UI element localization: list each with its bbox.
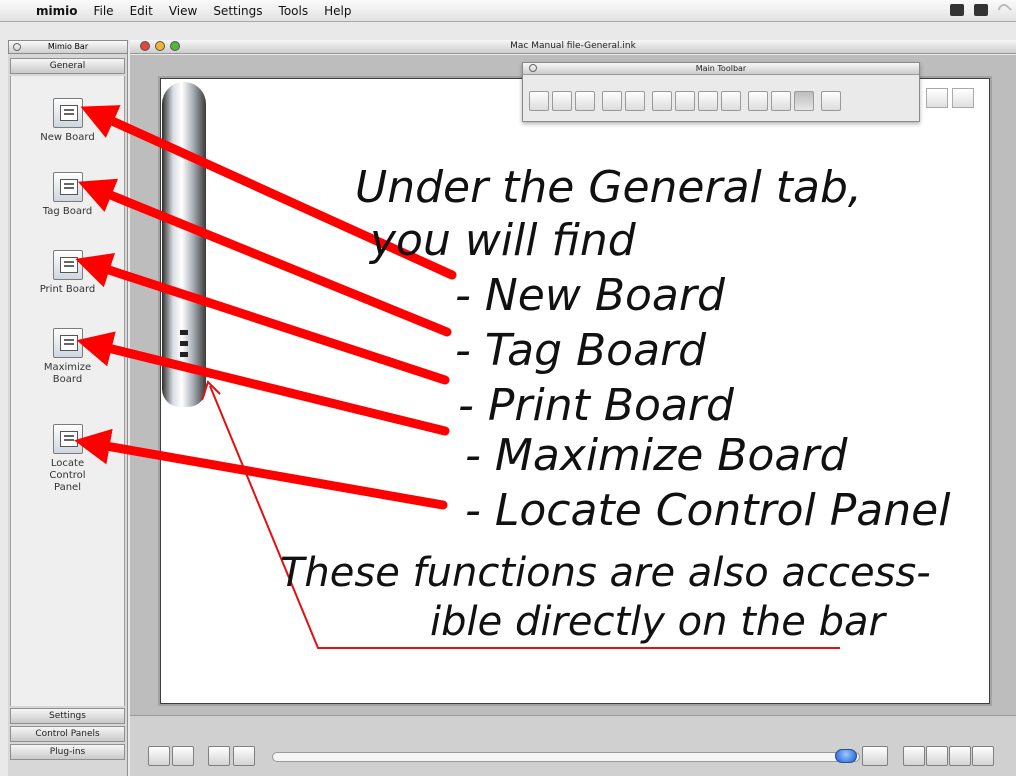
zoom-out-icon[interactable] <box>771 91 791 111</box>
copy-icon[interactable] <box>675 91 695 111</box>
window-title-bar: Mac Manual file-General.ink <box>130 40 1016 54</box>
last-page-icon[interactable] <box>972 746 994 766</box>
send-to-icon[interactable] <box>821 91 841 111</box>
menu-edit[interactable]: Edit <box>130 4 153 18</box>
menu-file[interactable]: File <box>93 4 113 18</box>
mimio-device-buttons <box>180 330 190 370</box>
menu-tools[interactable]: Tools <box>279 4 309 18</box>
locate-control-panel-label: Locate Control Panel <box>49 458 86 493</box>
locate-control-panel-icon <box>52 424 83 454</box>
previous-page-icon[interactable] <box>926 746 948 766</box>
zoom-fit-icon[interactable] <box>794 91 814 111</box>
print-board-button[interactable]: Print Board <box>10 250 125 296</box>
print-board-label: Print Board <box>39 284 96 295</box>
tag-board-icon <box>52 172 83 202</box>
close-icon[interactable] <box>13 43 21 51</box>
locate-control-panel-button[interactable]: Locate Control Panel <box>10 424 125 494</box>
wifi-icon[interactable] <box>995 1 1013 19</box>
zoom-in-icon[interactable] <box>748 91 768 111</box>
mimio-bar-title-text: Mimio Bar <box>47 42 89 51</box>
delete-icon[interactable] <box>721 91 741 111</box>
screen-icon[interactable] <box>974 4 988 16</box>
play-icon[interactable] <box>208 746 230 766</box>
close-window-icon[interactable] <box>140 41 150 51</box>
main-toolbar: Main Toolbar <box>522 62 920 122</box>
save-board-icon[interactable] <box>172 746 194 766</box>
stop-icon[interactable] <box>233 746 255 766</box>
general-panel <box>10 76 125 706</box>
print-icon[interactable] <box>602 91 622 111</box>
maximize-board-icon <box>52 328 83 358</box>
close-toolbar-icon[interactable] <box>529 64 537 72</box>
zoom-window-icon[interactable] <box>170 41 180 51</box>
new-document-icon[interactable] <box>529 91 549 111</box>
menu-bar: mimio File Edit View Settings Tools Help <box>0 0 1016 22</box>
cut-icon[interactable] <box>652 91 672 111</box>
window-title: Mac Manual file-General.ink <box>510 41 636 51</box>
tab-plugins[interactable]: Plug-ins <box>10 744 125 760</box>
step-icon[interactable] <box>862 746 888 766</box>
first-page-icon[interactable] <box>903 746 925 766</box>
paste-icon[interactable] <box>698 91 718 111</box>
menu-view[interactable]: View <box>169 4 197 18</box>
main-toolbar-title: Main Toolbar <box>695 64 747 73</box>
pen-tool-icon[interactable] <box>926 88 948 108</box>
save-icon[interactable] <box>575 91 595 111</box>
tab-control-panels[interactable]: Control Panels <box>10 726 125 742</box>
menu-help[interactable]: Help <box>324 4 351 18</box>
print-board-icon <box>52 250 83 280</box>
menu-app-name[interactable]: mimio <box>36 4 77 18</box>
single-page-view-icon[interactable] <box>148 746 170 766</box>
whiteboard[interactable] <box>160 78 990 704</box>
main-toolbar-title-bar: Main Toolbar <box>523 63 919 75</box>
playback-slider[interactable] <box>272 752 860 762</box>
tab-settings[interactable]: Settings <box>10 708 125 724</box>
open-folder-icon[interactable] <box>552 91 572 111</box>
new-board-icon <box>52 98 83 128</box>
print-preview-icon[interactable] <box>625 91 645 111</box>
playback-slider-knob[interactable] <box>835 749 857 763</box>
new-board-label: New Board <box>40 132 95 143</box>
tag-board-label: Tag Board <box>42 206 93 217</box>
tag-board-button[interactable]: Tag Board <box>10 172 125 218</box>
new-board-button[interactable]: New Board <box>10 98 125 144</box>
menu-settings[interactable]: Settings <box>213 4 262 18</box>
eraser-tool-icon[interactable] <box>952 88 974 108</box>
tab-general[interactable]: General <box>10 58 125 74</box>
next-page-icon[interactable] <box>949 746 971 766</box>
mimio-bar-title: Mimio Bar <box>8 40 128 54</box>
minimize-window-icon[interactable] <box>155 41 165 51</box>
maximize-board-label: Maximize Board <box>43 362 92 385</box>
main-toolbar-buttons <box>523 75 919 111</box>
maximize-board-button[interactable]: Maximize Board <box>10 328 125 386</box>
menu-extras <box>950 1 1013 19</box>
window-controls <box>140 41 180 51</box>
display-icon[interactable] <box>950 4 964 16</box>
